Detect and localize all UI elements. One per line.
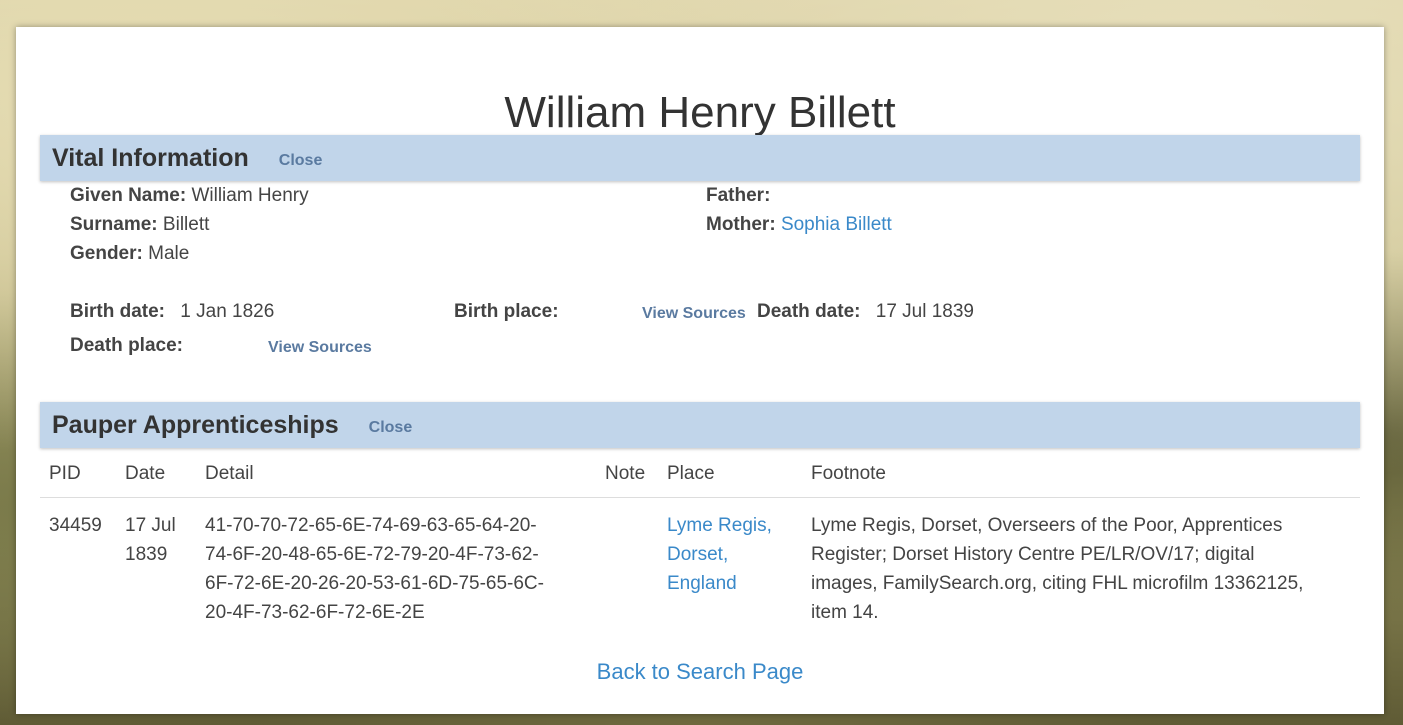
cell-detail-line: 6F-72-6E-20-26-20-53-61-6D-75-65-6C- [205, 573, 544, 594]
cell-detail: 41-70-70-72-65-6E-74-69-63-65-64-20- 74-… [205, 511, 544, 627]
death-place-view-sources-link[interactable]: View Sources [268, 337, 372, 359]
cell-pid: 34459 [49, 515, 102, 536]
cell-place-link[interactable]: Lyme Regis, Dorset, England [667, 511, 772, 598]
column-header-date: Date [125, 463, 166, 484]
given-name-row: Given Name: William Henry [70, 185, 309, 207]
column-header-pid: PID [49, 463, 81, 484]
cell-footnote-line: images, FamilySearch.org, citing FHL mic… [811, 573, 1304, 594]
cell-footnote-line: Register; Dorset History Centre PE/LR/OV… [811, 544, 1255, 565]
cell-footnote: Lyme Regis, Dorset, Overseers of the Poo… [811, 511, 1303, 627]
death-date-row: Death date: 17 Jul 1839 [757, 301, 974, 323]
column-header-note: Note [605, 463, 646, 484]
death-date-label: Death date: [757, 301, 861, 322]
table-divider [40, 497, 1360, 498]
vital-information-title: Vital Information [52, 143, 249, 172]
mother-label: Mother: [706, 214, 776, 235]
gender-value: Male [148, 243, 190, 264]
vital-information-header: Vital Information Close [40, 135, 1360, 181]
back-to-search-link[interactable]: Back to Search Page [16, 659, 1384, 685]
cell-place-line: England [667, 573, 737, 594]
death-place-label: Death place: [70, 335, 183, 356]
birth-place-view-sources-link[interactable]: View Sources [642, 303, 746, 325]
pauper-apprenticeships-header: Pauper Apprenticeships Close [40, 402, 1360, 448]
gender-row: Gender: Male [70, 243, 189, 265]
cell-date-line: 17 Jul [125, 515, 176, 536]
pauper-apprenticeships-close-link[interactable]: Close [369, 419, 413, 437]
father-label: Father: [706, 185, 771, 206]
page-title: William Henry Billett [504, 88, 896, 137]
cell-footnote-line: item 14. [811, 602, 879, 623]
given-name-label: Given Name: [70, 185, 187, 206]
gender-label: Gender: [70, 243, 143, 264]
surname-label: Surname: [70, 214, 158, 235]
cell-date: 17 Jul 1839 [125, 511, 176, 569]
column-header-place: Place [667, 463, 715, 484]
cell-footnote-line: Lyme Regis, Dorset, Overseers of the Poo… [811, 515, 1283, 536]
death-date-value: 17 Jul 1839 [875, 301, 974, 322]
cell-detail-line: 41-70-70-72-65-6E-74-69-63-65-64-20- [205, 515, 537, 536]
mother-row: Mother: Sophia Billett [706, 214, 892, 236]
cell-place-line: Dorset, [667, 544, 729, 565]
record-panel: William Henry Billett Vital Information … [16, 27, 1384, 714]
birth-place-label: Birth place: [454, 301, 559, 322]
surname-value: Billett [162, 214, 210, 235]
birth-date-label: Birth date: [70, 301, 165, 322]
vital-information-close-link[interactable]: Close [279, 152, 323, 170]
given-name-value: William Henry [191, 185, 309, 206]
father-row: Father: [706, 185, 770, 207]
cell-date-line: 1839 [125, 544, 168, 565]
cell-detail-line: 74-6F-20-48-65-6E-72-79-20-4F-73-62- [205, 544, 539, 565]
column-header-detail: Detail [205, 463, 254, 484]
cell-detail-line: 20-4F-73-62-6F-72-6E-2E [205, 602, 425, 623]
pauper-apprenticeships-title: Pauper Apprenticeships [52, 410, 339, 439]
column-header-footnote: Footnote [811, 463, 886, 484]
mother-link[interactable]: Sophia Billett [781, 214, 892, 235]
surname-row: Surname: Billett [70, 214, 209, 236]
cell-place-line: Lyme Regis, [667, 515, 772, 536]
birth-date-value: 1 Jan 1826 [180, 301, 275, 322]
birth-date-row: Birth date: 1 Jan 1826 [70, 301, 274, 323]
